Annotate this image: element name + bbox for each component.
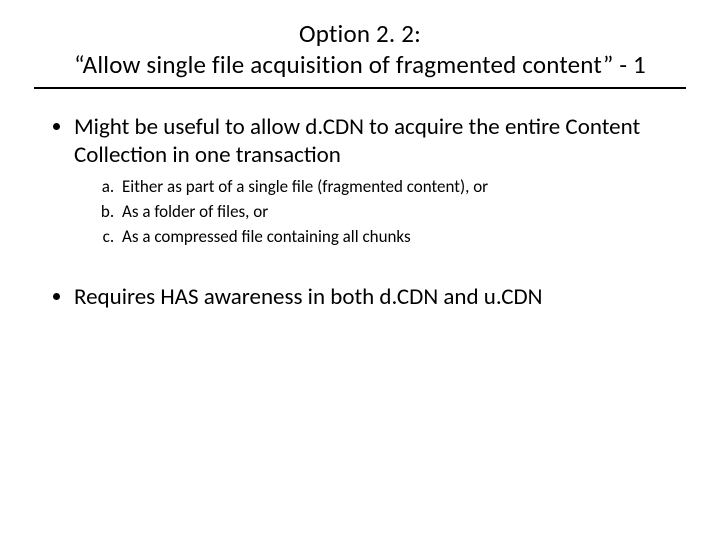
title-line-2: “Allow single file acquisition of fragme… <box>34 49 686 80</box>
bullet-list: Requires HAS awareness in both d.CDN and… <box>34 283 686 312</box>
title-line-1: Option 2. 2: <box>34 18 686 49</box>
sub-item: Either as part of a single file (fragmen… <box>118 176 686 199</box>
bullet-text: Might be useful to allow d.CDN to acquir… <box>74 113 640 170</box>
bullet-item: Requires HAS awareness in both d.CDN and… <box>74 283 686 312</box>
bullet-item: Might be useful to allow d.CDN to acquir… <box>74 113 686 249</box>
slide-title: Option 2. 2: “Allow single file acquisit… <box>34 18 686 81</box>
sub-list: Either as part of a single file (fragmen… <box>74 176 686 249</box>
bullet-text: Requires HAS awareness in both d.CDN and… <box>74 283 542 311</box>
spacer <box>34 255 686 283</box>
sub-item: As a compressed file containing all chun… <box>118 226 686 249</box>
bullet-list: Might be useful to allow d.CDN to acquir… <box>34 113 686 249</box>
slide: Option 2. 2: “Allow single file acquisit… <box>0 0 720 540</box>
title-underline <box>34 87 686 89</box>
sub-item: As a folder of files, or <box>118 201 686 224</box>
